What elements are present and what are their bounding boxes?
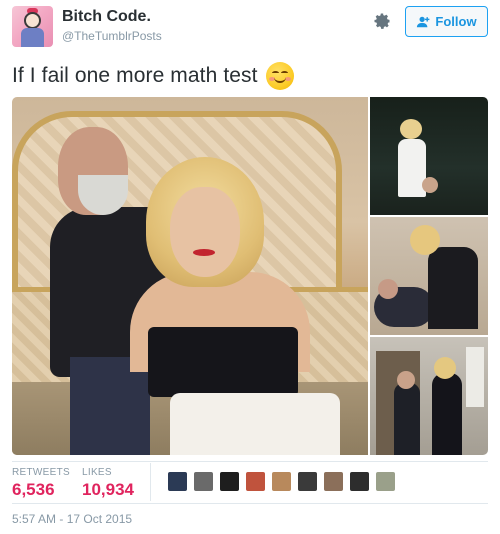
- media-photo-thumb-2[interactable]: [370, 217, 488, 335]
- profile-avatar[interactable]: [12, 6, 53, 47]
- gear-icon[interactable]: [372, 11, 392, 31]
- media-photo-thumb-3[interactable]: [370, 337, 488, 455]
- tweet-text-content: If I fail one more math test: [12, 64, 258, 87]
- liker-avatars: [168, 472, 395, 491]
- tweet-timestamp[interactable]: 5:57 AM - 17 Oct 2015: [12, 512, 132, 526]
- gear-icon-graphic: [374, 13, 391, 29]
- liker-avatar[interactable]: [194, 472, 213, 491]
- liker-avatar[interactable]: [168, 472, 187, 491]
- follow-button[interactable]: Follow: [405, 6, 488, 37]
- woman-dress-top-shape: [148, 327, 298, 397]
- media-grid: [12, 97, 488, 455]
- photo-blonde-woman-figure: [130, 157, 340, 455]
- stats-top-divider: [12, 461, 488, 462]
- likes-count[interactable]: 10,934: [82, 480, 134, 500]
- liker-avatar[interactable]: [324, 472, 343, 491]
- thumb2-woman-hair: [410, 225, 440, 255]
- thumb3-woman-black-gown: [432, 373, 462, 455]
- thumb3-man-head: [397, 371, 415, 389]
- liker-avatar[interactable]: [298, 472, 317, 491]
- thumb1-man-head: [422, 177, 438, 193]
- retweets-count[interactable]: 6,536: [12, 480, 55, 500]
- thumb2-woman-black-dress: [428, 247, 478, 329]
- tweet-card: Bitch Code. @TheTumblrPosts Follow If I …: [0, 0, 500, 534]
- display-name[interactable]: Bitch Code.: [62, 8, 151, 26]
- liker-avatar[interactable]: [220, 472, 239, 491]
- thumb2-man-head: [378, 279, 398, 299]
- woman-lips-shape: [193, 249, 215, 256]
- stats-bottom-divider: [12, 503, 488, 504]
- avatar-face-shape: [24, 12, 41, 29]
- user-handle[interactable]: @TheTumblrPosts: [62, 29, 162, 43]
- liker-avatar[interactable]: [272, 472, 291, 491]
- thumb3-window: [466, 347, 484, 407]
- emoji-mouth-shape: [273, 77, 286, 83]
- media-photo-thumb-1[interactable]: [370, 97, 488, 215]
- liker-avatar[interactable]: [376, 472, 395, 491]
- add-user-icon: [417, 16, 430, 27]
- likes-label: LIKES: [82, 467, 112, 478]
- avatar-body-shape: [21, 28, 44, 47]
- emoji-eye-shape: [280, 71, 288, 75]
- retweets-label: RETWEETS: [12, 467, 70, 478]
- follow-button-label: Follow: [435, 14, 477, 29]
- smiling-blushing-face-icon: [265, 62, 294, 90]
- woman-dress-bottom-shape: [170, 393, 340, 455]
- tweet-text: If I fail one more math test: [12, 62, 294, 90]
- thumb1-woman-head: [400, 119, 422, 139]
- media-photo-main[interactable]: [12, 97, 368, 455]
- thumb3-woman-hair: [434, 357, 456, 379]
- thumb3-man-suit: [394, 383, 420, 455]
- woman-face-shape: [170, 187, 240, 277]
- liker-avatar[interactable]: [350, 472, 369, 491]
- emoji-eye-shape: [271, 71, 279, 75]
- stats-separator: [150, 463, 151, 501]
- liker-avatar[interactable]: [246, 472, 265, 491]
